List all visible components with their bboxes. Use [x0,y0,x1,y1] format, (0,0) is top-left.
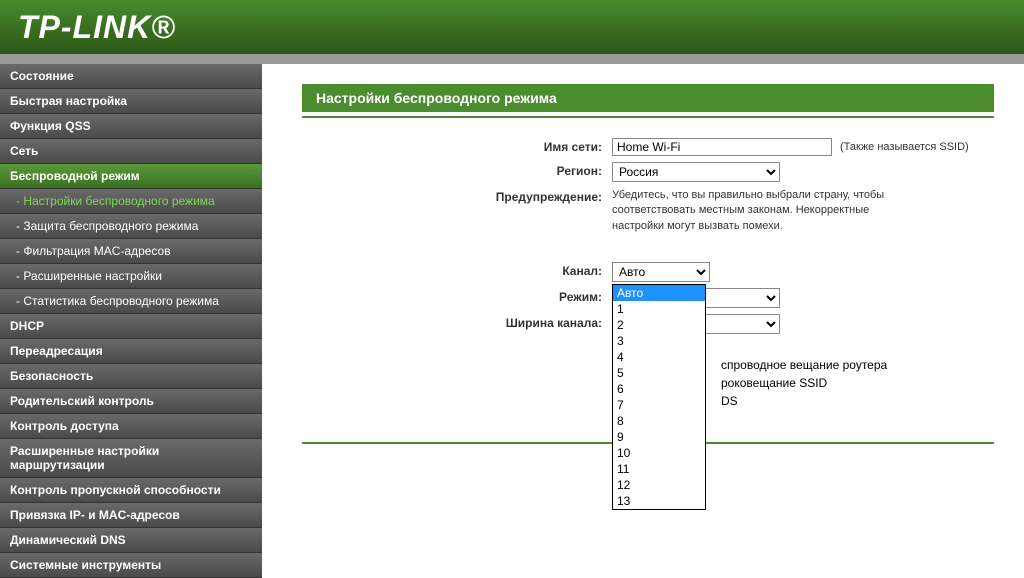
channel-option-9[interactable]: 9 [613,429,705,445]
sidebar-item-4[interactable]: Беспроводной режим [0,164,262,189]
sidebar-item-12[interactable]: Безопасность [0,364,262,389]
region-label: Регион: [302,162,612,178]
region-select[interactable]: Россия [612,162,780,182]
sidebar-item-6[interactable]: - Защита беспроводного режима [0,214,262,239]
channel-option-5[interactable]: 5 [613,365,705,381]
channel-option-10[interactable]: 10 [613,445,705,461]
sidebar-item-9[interactable]: - Статистика беспроводного режима [0,289,262,314]
sidebar-item-3[interactable]: Сеть [0,139,262,164]
sidebar-item-15[interactable]: Расширенные настройки маршрутизации [0,439,262,478]
channel-option-4[interactable]: 4 [613,349,705,365]
ssid-label: Имя сети: [302,138,612,154]
sidebar-item-18[interactable]: Динамический DNS [0,528,262,553]
channel-option-13[interactable]: 13 [613,493,705,509]
sidebar-nav: СостояниеБыстрая настройкаФункция QSSСет… [0,64,262,558]
sidebar-item-1[interactable]: Быстрая настройка [0,89,262,114]
divider [302,116,994,118]
sidebar-item-16[interactable]: Контроль пропускной способности [0,478,262,503]
channel-select[interactable]: Авто [612,262,710,282]
sidebar-item-0[interactable]: Состояние [0,64,262,89]
warning-text: Убедитесь, что вы правильно выбрали стра… [612,188,912,234]
channel-option-12[interactable]: 12 [613,477,705,493]
channel-option-7[interactable]: 7 [613,397,705,413]
sidebar-item-13[interactable]: Родительский контроль [0,389,262,414]
sidebar-item-10[interactable]: DHCP [0,314,262,339]
sidebar-item-14[interactable]: Контроль доступа [0,414,262,439]
brand-logo: TP-LINK® [18,9,176,46]
sidebar-item-8[interactable]: - Расширенные настройки [0,264,262,289]
channel-option-8[interactable]: 8 [613,413,705,429]
section-title: Настройки беспроводного режима [302,84,994,112]
sidebar-item-19[interactable]: Системные инструменты [0,553,262,578]
channel-option-3[interactable]: 3 [613,333,705,349]
wds-checkbox-label: DS [721,394,738,408]
channel-label: Канал: [302,262,612,278]
sidebar-item-7[interactable]: - Фильтрация MAC-адресов [0,239,262,264]
mode-label: Режим: [302,288,612,304]
ssid-broadcast-checkbox-label: роковещание SSID [721,376,827,390]
channel-dropdown-list[interactable]: Авто12345678910111213 [612,284,706,510]
sidebar-item-5[interactable]: - Настройки беспроводного режима [0,189,262,214]
channel-option-6[interactable]: 6 [613,381,705,397]
sidebar-item-11[interactable]: Переадресация [0,339,262,364]
broadcast-checkbox-label: спроводное вещание роутера [721,358,887,372]
channel-option-Авто[interactable]: Авто [613,285,705,301]
warning-label: Предупреждение: [302,188,612,204]
app-header: TP-LINK® [0,0,1024,64]
width-label: Ширина канала: [302,314,612,330]
channel-option-2[interactable]: 2 [613,317,705,333]
main-content: Настройки беспроводного режима Имя сети:… [262,64,1024,558]
ssid-input[interactable] [612,138,832,156]
ssid-hint: (Также называется SSID) [840,141,969,153]
channel-option-11[interactable]: 11 [613,461,705,477]
sidebar-item-17[interactable]: Привязка IP- и MAC-адресов [0,503,262,528]
sidebar-item-2[interactable]: Функция QSS [0,114,262,139]
channel-option-1[interactable]: 1 [613,301,705,317]
